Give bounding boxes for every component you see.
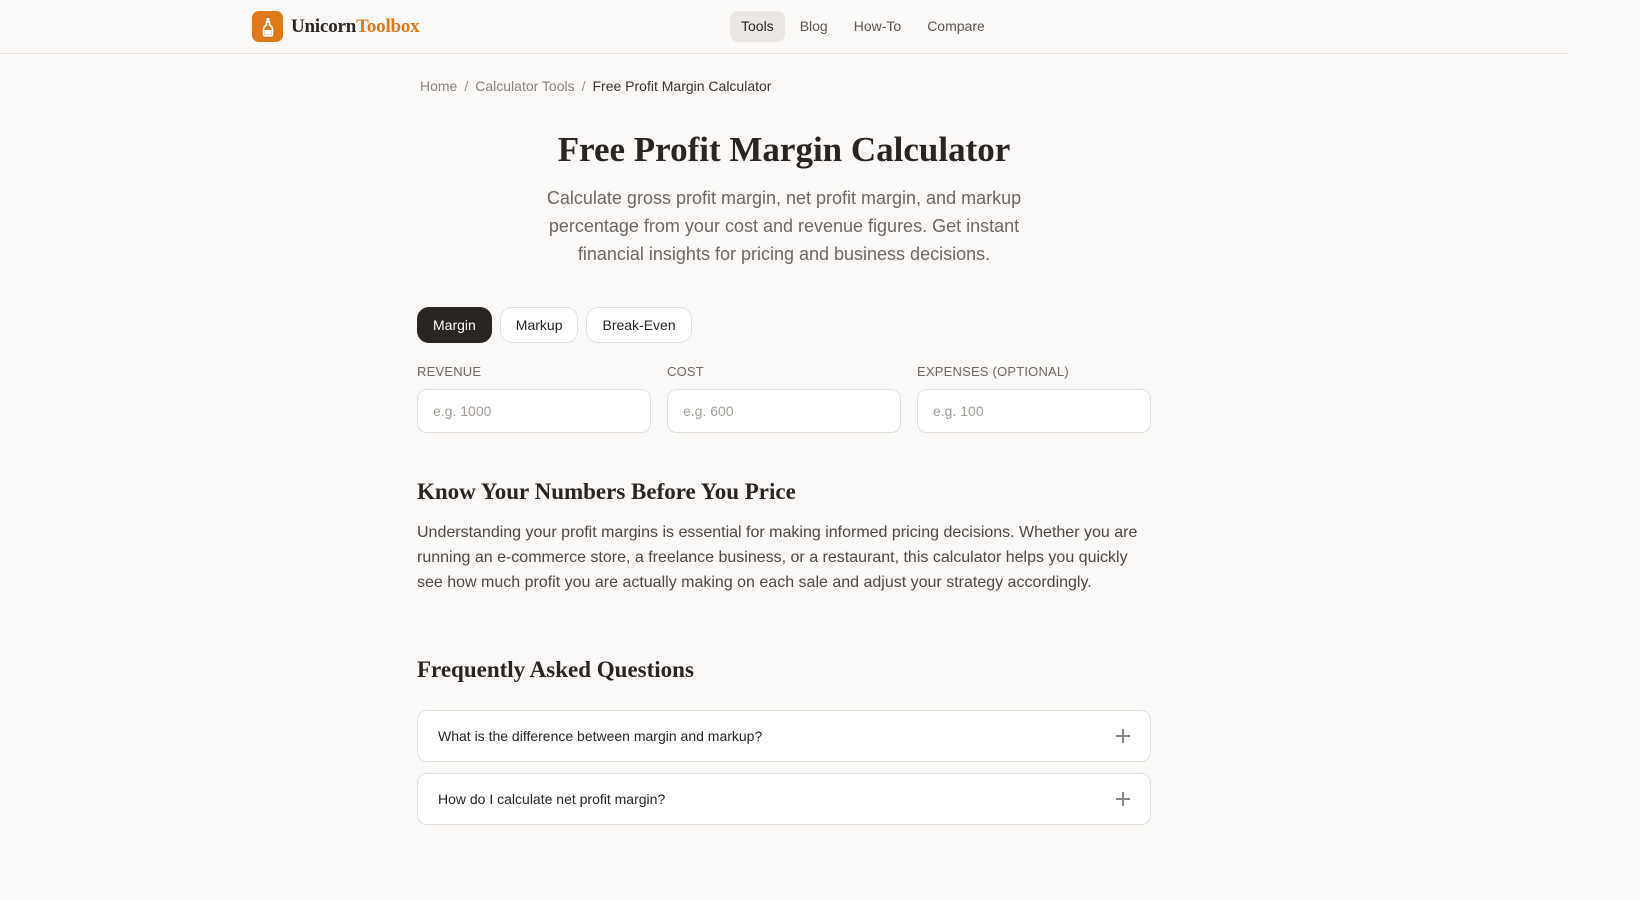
nav-item-how-to[interactable]: How-To	[843, 11, 912, 42]
revenue-input[interactable]	[417, 389, 651, 433]
expenses-label: EXPENSES (OPTIONAL)	[917, 364, 1069, 379]
breadcrumb-calculator-tools[interactable]: Calculator Tools	[475, 78, 574, 94]
brand-logo[interactable]: UnicornToolbox	[252, 11, 420, 42]
brand-name-part2: Toolbox	[356, 15, 420, 37]
faq-question: How do I calculate net profit margin?	[438, 791, 666, 807]
calculator-fields: REVENUE COST EXPENSES (OPTIONAL)	[417, 364, 1151, 433]
calculator-mode-tabs: Margin Markup Break-Even	[417, 307, 700, 343]
brand-name: UnicornToolbox	[291, 15, 420, 38]
breadcrumb-home[interactable]: Home	[420, 78, 457, 94]
cost-label: COST	[667, 364, 704, 379]
top-navigation-bar: UnicornToolbox Tools Blog How-To Compare	[0, 0, 1568, 54]
cost-field-group: COST	[667, 364, 901, 433]
breadcrumb-current: Free Profit Margin Calculator	[592, 78, 772, 94]
expenses-field-group: EXPENSES (OPTIONAL)	[917, 364, 1151, 433]
breadcrumb-separator: /	[464, 78, 469, 94]
content-paragraph: Understanding your profit margins is ess…	[417, 524, 1138, 591]
revenue-label: REVENUE	[417, 364, 482, 379]
breadcrumb: Home / Calculator Tools / Free Profit Ma…	[420, 78, 771, 94]
faq-heading: Frequently Asked Questions	[417, 657, 694, 682]
tab-break-even[interactable]: Break-Even	[586, 307, 692, 343]
nav-item-blog[interactable]: Blog	[789, 11, 839, 42]
cost-input[interactable]	[667, 389, 901, 433]
main-nav: Tools Blog How-To Compare	[730, 11, 1000, 42]
page-subtitle: Calculate gross profit margin, net profi…	[546, 188, 1022, 264]
breadcrumb-separator: /	[581, 78, 586, 94]
tab-margin[interactable]: Margin	[417, 307, 492, 343]
brand-name-part1: Unicorn	[291, 15, 357, 37]
plus-icon	[1116, 792, 1130, 806]
nav-item-compare[interactable]: Compare	[916, 11, 996, 42]
faq-item[interactable]: How do I calculate net profit margin?	[417, 773, 1151, 825]
nav-item-tools[interactable]: Tools	[730, 11, 785, 42]
faq-question: What is the difference between margin an…	[438, 728, 763, 744]
content-heading: Know Your Numbers Before You Price	[417, 479, 796, 504]
tab-markup[interactable]: Markup	[499, 307, 579, 343]
page-title: Free Profit Margin Calculator	[557, 130, 1011, 169]
plus-icon	[1116, 729, 1130, 743]
bottle-icon	[252, 11, 283, 42]
faq-item[interactable]: What is the difference between margin an…	[417, 710, 1151, 762]
expenses-input[interactable]	[917, 389, 1151, 433]
revenue-field-group: REVENUE	[417, 364, 651, 433]
